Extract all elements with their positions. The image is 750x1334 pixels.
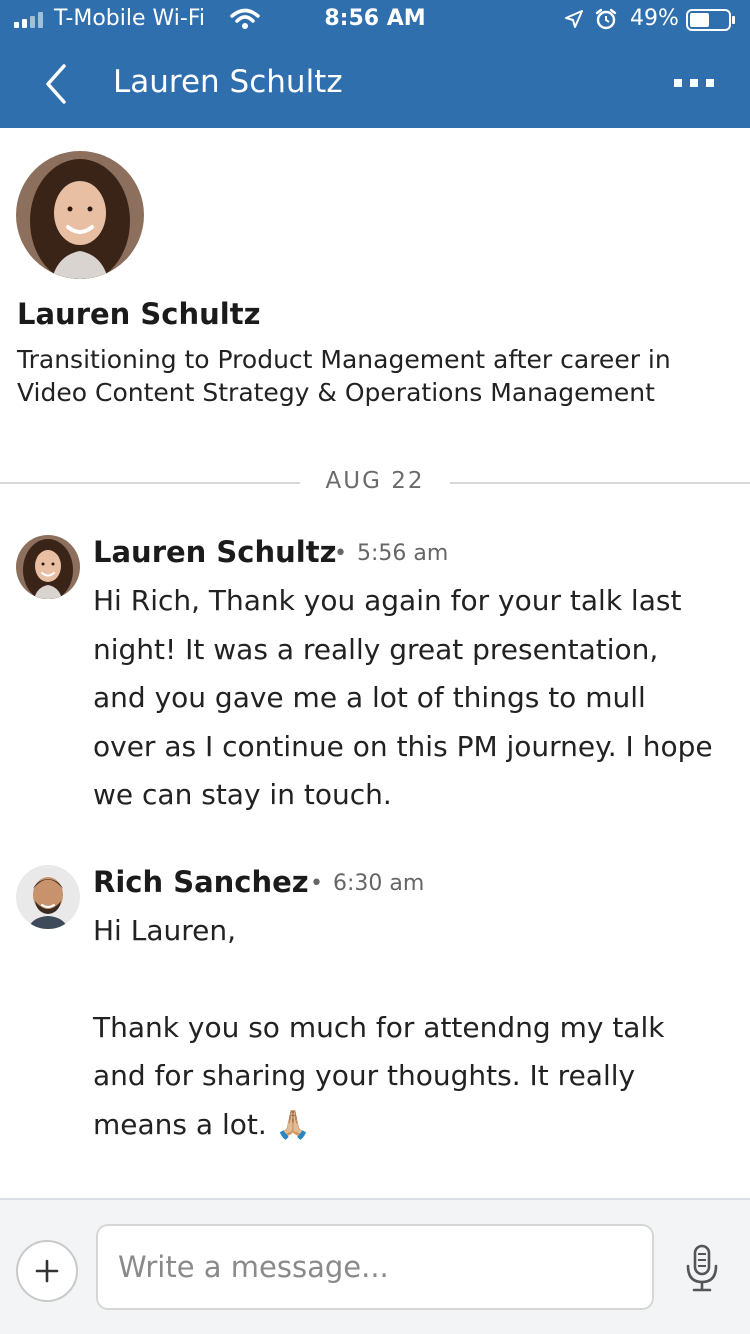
sender-avatar[interactable] <box>16 535 80 599</box>
separator-dot: • <box>334 541 347 566</box>
message-input[interactable] <box>96 1224 654 1310</box>
profile-avatar[interactable] <box>16 151 144 279</box>
profile-headline: Transitioning to Product Management afte… <box>17 345 671 407</box>
back-chevron-icon[interactable] <box>40 62 74 106</box>
plus-icon <box>35 1259 59 1283</box>
top-bar: T-Mobile Wi-Fi 8:56 AM 49% Lauren Schult… <box>0 0 750 128</box>
date-label: AUG 22 <box>325 468 425 494</box>
message-body: Hi Rich, Thank you again for your talk l… <box>93 577 713 820</box>
lauren-photo <box>16 151 144 279</box>
status-bar: T-Mobile Wi-Fi 8:56 AM 49% <box>0 0 750 42</box>
lauren-photo-small <box>16 535 80 599</box>
message-meta: • 6:30 am <box>310 871 424 896</box>
message-text: Hi Lauren, <box>93 914 237 947</box>
message-time: 6:30 am <box>332 871 425 896</box>
attach-button[interactable] <box>16 1240 78 1302</box>
separator-dot: • <box>310 871 323 896</box>
conversation-title: Lauren Schultz <box>113 64 343 100</box>
divider <box>0 482 300 484</box>
message-composer <box>0 1198 750 1334</box>
sender-name[interactable]: Lauren Schultz <box>93 535 336 569</box>
sender-name[interactable]: Rich Sanchez <box>93 865 309 899</box>
battery-icon <box>686 9 735 31</box>
message-time: 5:56 am <box>356 541 449 566</box>
microphone-icon[interactable] <box>684 1244 720 1294</box>
sender-avatar[interactable] <box>16 865 80 929</box>
message-body: Hi Lauren, Thank you so much for attendn… <box>93 907 713 1149</box>
message-text: Thank you so much for attendng my talk a… <box>93 1010 665 1141</box>
profile-name[interactable]: Lauren Schultz <box>17 297 260 331</box>
rich-photo-small <box>16 865 80 929</box>
alarm-clock-icon <box>595 8 617 30</box>
location-arrow-icon <box>565 10 583 28</box>
message-meta: • 5:56 am <box>334 541 448 566</box>
battery-percent: 49% <box>630 6 679 31</box>
divider <box>450 482 750 484</box>
date-separator: AUG 22 <box>0 462 750 502</box>
more-options-icon[interactable] <box>664 68 724 98</box>
message-text: Hi Rich, Thank you again for your talk l… <box>93 584 713 811</box>
nav-bar: Lauren Schultz <box>0 42 750 128</box>
